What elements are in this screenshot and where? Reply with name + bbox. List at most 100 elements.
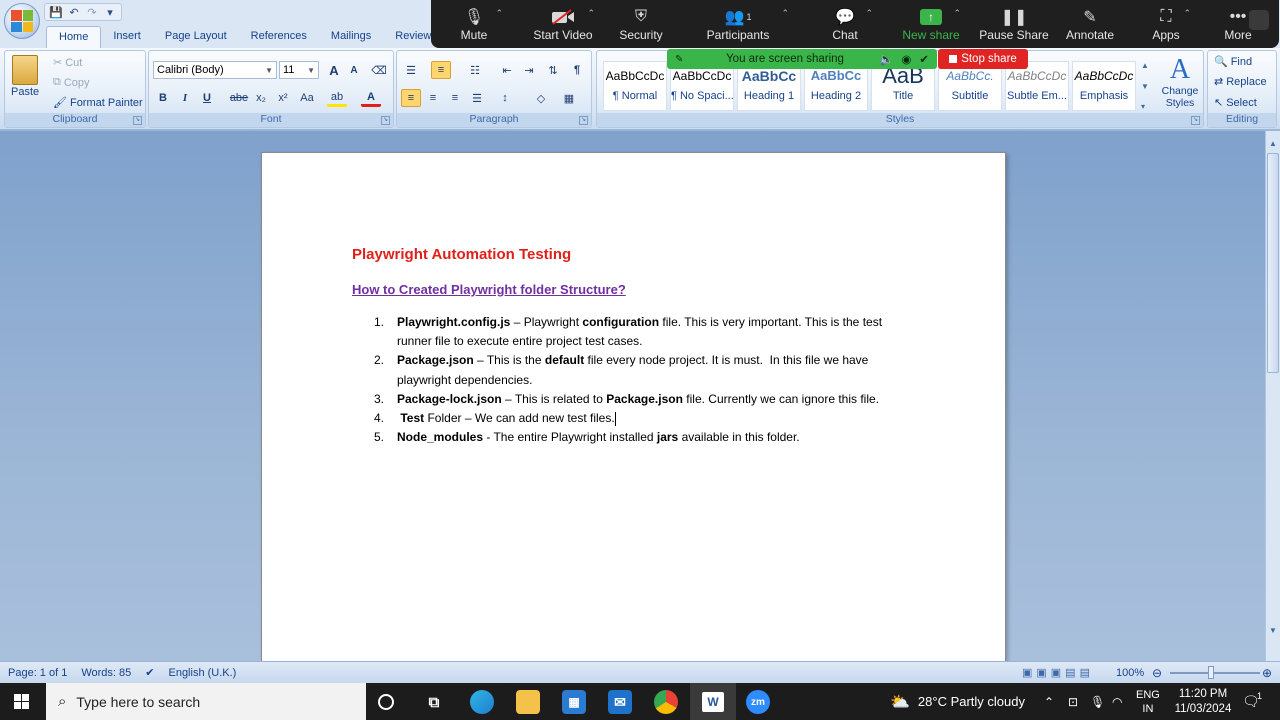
clipboard-launcher-icon[interactable]: ↘ bbox=[133, 116, 142, 125]
cut-button[interactable]: ✂ Cut bbox=[53, 56, 82, 70]
zoom-level[interactable]: 100% bbox=[1116, 667, 1144, 679]
paragraph-launcher-icon[interactable]: ↘ bbox=[579, 116, 588, 125]
borders-icon[interactable]: ▦ bbox=[559, 89, 579, 107]
chat-button[interactable]: 💬 Chat ⌃ bbox=[803, 6, 887, 42]
view-buttons[interactable]: ▣▣▣▤▤ bbox=[1022, 666, 1094, 679]
zoom-in-icon[interactable]: ⊕ bbox=[1262, 666, 1272, 680]
zoom-out-icon[interactable]: ⊖ bbox=[1152, 666, 1162, 680]
customize-qat-button[interactable]: ▾ bbox=[103, 5, 117, 19]
save-icon[interactable]: 💾 bbox=[49, 5, 63, 19]
language-switcher[interactable]: ENG IN bbox=[1136, 683, 1160, 720]
mail-icon[interactable]: ✉ bbox=[608, 690, 632, 714]
clear-formatting-icon[interactable]: ⌫ bbox=[369, 61, 389, 79]
edge-icon[interactable] bbox=[470, 690, 494, 714]
chevron-up-icon[interactable]: ⌃ bbox=[865, 8, 873, 19]
language-indicator[interactable]: English (U.K.) bbox=[168, 667, 236, 679]
office-button[interactable] bbox=[4, 3, 40, 39]
redo-icon[interactable]: ↷ bbox=[85, 5, 99, 19]
windows-start-icon[interactable] bbox=[14, 694, 29, 709]
list-item[interactable]: 4. Test Folder – We can add new test fil… bbox=[374, 409, 904, 428]
pause-share-button[interactable]: ❚❚ Pause Share bbox=[975, 6, 1053, 42]
zoom-slider[interactable] bbox=[1170, 672, 1260, 674]
styles-scroll[interactable]: ▲ ▼ ▾ bbox=[1141, 61, 1153, 111]
vertical-scrollbar[interactable]: ▲ ▼ bbox=[1265, 131, 1280, 661]
microphone-tray-icon[interactable]: 🎙 bbox=[1090, 683, 1105, 720]
tab-page-layout[interactable]: Page Layout bbox=[153, 26, 239, 48]
annotate-button[interactable]: ✎ Annotate bbox=[1053, 6, 1127, 42]
scroll-down-icon[interactable]: ▼ bbox=[1141, 82, 1153, 91]
start-video-button[interactable]: Start Video ⌃ bbox=[517, 6, 609, 42]
strikethrough-button[interactable]: abe bbox=[229, 89, 249, 107]
font-size-select[interactable]: 11 ▼ bbox=[279, 61, 319, 79]
chevron-up-icon[interactable]: ⌃ bbox=[495, 8, 503, 19]
tab-mailings[interactable]: Mailings bbox=[319, 26, 383, 48]
scroll-down-arrow-icon[interactable]: ▼ bbox=[1267, 626, 1279, 635]
bold-button[interactable]: B bbox=[153, 89, 173, 107]
clock[interactable]: 11:20 PM 11/03/2024 bbox=[1170, 683, 1236, 720]
new-share-button[interactable]: ↑ New share ⌃ bbox=[887, 6, 975, 42]
font-color-button[interactable]: A bbox=[361, 89, 381, 107]
chevron-up-icon[interactable]: ⌃ bbox=[1183, 8, 1191, 19]
change-case-button[interactable]: Aa bbox=[295, 89, 319, 107]
undo-icon[interactable]: ↶ bbox=[67, 5, 81, 19]
scroll-thumb[interactable] bbox=[1267, 153, 1279, 373]
underline-button[interactable]: U bbox=[197, 89, 217, 107]
align-center-icon[interactable]: ≡ bbox=[423, 89, 443, 107]
paste-button[interactable]: Paste bbox=[11, 55, 39, 98]
highlight-icon[interactable]: ab bbox=[327, 89, 347, 107]
proofing-icon[interactable]: ✔ bbox=[145, 666, 154, 679]
word-taskbar-icon[interactable]: W bbox=[690, 683, 736, 720]
participants-button[interactable]: 👥 1 Participants ⌃ bbox=[673, 6, 803, 42]
format-painter-button[interactable]: 🖌 Format Painter bbox=[53, 96, 143, 110]
sort-icon[interactable]: ⇅ bbox=[543, 61, 563, 79]
change-styles-button[interactable]: A Change Styles bbox=[1159, 55, 1201, 110]
scroll-up-icon[interactable]: ▲ bbox=[1141, 61, 1153, 70]
word-count[interactable]: Words: 85 bbox=[81, 667, 131, 679]
justify-icon[interactable]: ☰ bbox=[467, 89, 487, 107]
tab-home[interactable]: Home bbox=[46, 26, 102, 48]
shrink-font-button[interactable]: A bbox=[344, 61, 364, 79]
store-icon[interactable]: ▦ bbox=[562, 690, 586, 714]
copy-button[interactable]: ⧉ Copy bbox=[53, 76, 90, 89]
network-adapter-icon[interactable]: ⊡ bbox=[1068, 683, 1078, 720]
multilevel-list-icon[interactable]: ☷ bbox=[465, 61, 485, 79]
task-view-icon[interactable]: ⧉ bbox=[422, 690, 446, 714]
show-marks-button[interactable]: ¶ bbox=[567, 61, 587, 79]
list-item[interactable]: 1. Playwright.config.js – Playwright conf… bbox=[374, 313, 904, 351]
find-button[interactable]: 🔍 Find bbox=[1214, 55, 1252, 69]
numbering-icon[interactable]: ≡ bbox=[431, 61, 451, 79]
style-normal[interactable]: AaBbCcDc ¶ Normal bbox=[603, 61, 667, 111]
security-button[interactable]: ⛨ Security bbox=[609, 6, 673, 42]
decrease-indent-icon[interactable]: ⇤ bbox=[497, 61, 517, 79]
taskbar-search[interactable]: ⌕ Type here to search bbox=[46, 683, 366, 720]
bullets-icon[interactable]: ☰ bbox=[401, 61, 421, 79]
superscript-button[interactable]: x² bbox=[273, 89, 293, 107]
more-styles-icon[interactable]: ▾ bbox=[1141, 102, 1153, 111]
document-page[interactable]: Playwright Automation Testing How to Cre… bbox=[261, 152, 1006, 672]
wifi-icon[interactable]: ◠ bbox=[1112, 683, 1122, 720]
chevron-up-icon[interactable]: ⌃ bbox=[1044, 683, 1054, 720]
chrome-icon[interactable] bbox=[654, 690, 678, 714]
weather-widget[interactable]: ⛅ 28°C Partly cloudy bbox=[890, 683, 1025, 720]
tab-insert[interactable]: Insert bbox=[101, 26, 153, 48]
select-button[interactable]: ↖ Select bbox=[1214, 96, 1257, 110]
chevron-up-icon[interactable]: ⌃ bbox=[953, 8, 961, 19]
style-emphasis[interactable]: AaBbCcDc Emphasis bbox=[1072, 61, 1136, 111]
list-item[interactable]: 3. Package-lock.json – This is related to… bbox=[374, 390, 904, 409]
chevron-up-icon[interactable]: ⌃ bbox=[587, 8, 595, 19]
collapse-toolbar-icon[interactable] bbox=[1249, 10, 1269, 30]
apps-button[interactable]: ⛶ Apps ⌃ bbox=[1127, 6, 1205, 42]
font-launcher-icon[interactable]: ↘ bbox=[381, 116, 390, 125]
subscript-button[interactable]: x₂ bbox=[251, 89, 271, 107]
align-left-icon[interactable]: ≡ bbox=[401, 89, 421, 107]
stop-share-button[interactable]: Stop share bbox=[938, 49, 1028, 69]
styles-launcher-icon[interactable]: ↘ bbox=[1191, 116, 1200, 125]
grow-font-button[interactable]: A bbox=[324, 61, 344, 79]
zoom-slider-thumb[interactable] bbox=[1208, 666, 1214, 679]
chevron-up-icon[interactable]: ⌃ bbox=[781, 8, 789, 19]
cortana-icon[interactable] bbox=[378, 694, 394, 710]
file-explorer-icon[interactable] bbox=[516, 690, 540, 714]
mute-button[interactable]: 🎙 Mute ⌃ bbox=[431, 6, 517, 42]
scroll-up-arrow-icon[interactable]: ▲ bbox=[1267, 139, 1279, 151]
align-right-icon[interactable]: ≡ bbox=[445, 89, 465, 107]
